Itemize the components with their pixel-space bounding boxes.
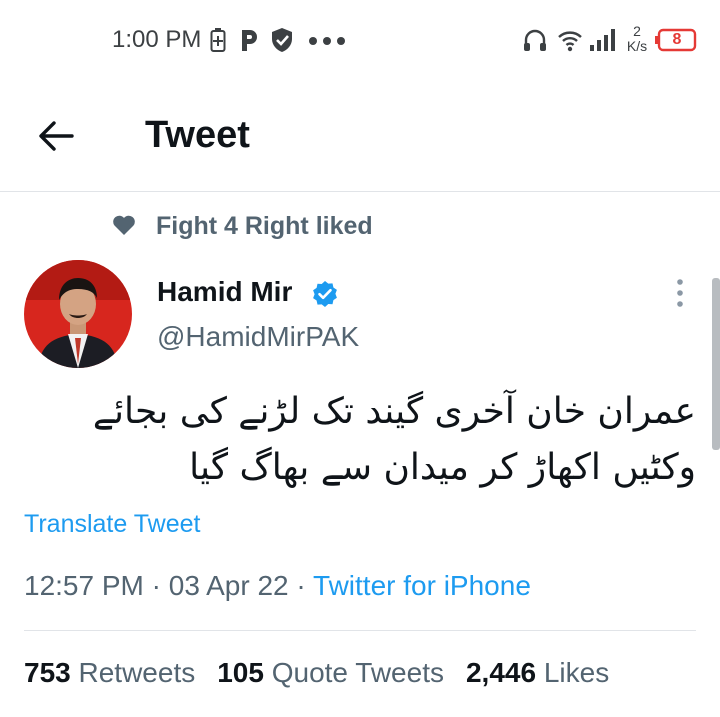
network-speed-unit: K/s bbox=[626, 38, 648, 54]
battery-level: 8 bbox=[672, 31, 682, 48]
back-button[interactable] bbox=[36, 116, 76, 156]
social-context-label: Fight 4 Right liked bbox=[156, 212, 373, 240]
top-app-bar: Tweet bbox=[0, 80, 720, 192]
likes-label: Likes bbox=[543, 657, 610, 688]
divider bbox=[24, 630, 696, 631]
battery-icon: 8 bbox=[655, 28, 697, 54]
more-dots-icon bbox=[308, 27, 348, 53]
arrow-left-icon bbox=[39, 121, 74, 151]
retweets-stat[interactable]: 753 Retweets bbox=[24, 657, 195, 688]
tweet-text-line: عمران خان آخری گیند تک لڑنے کی بجائے bbox=[92, 391, 696, 432]
tweet-stats: 753 Retweets 105 Quote Tweets 2,446 Likes bbox=[24, 657, 609, 689]
tweet-time: 12:57 PM bbox=[24, 570, 144, 601]
battery-saver-icon bbox=[210, 27, 226, 53]
signal-icon bbox=[589, 27, 617, 53]
more-options-button[interactable] bbox=[668, 277, 692, 309]
headset-icon bbox=[522, 27, 548, 53]
separator: · bbox=[151, 570, 161, 601]
verified-badge-icon bbox=[311, 280, 339, 313]
tweet-text-line: وکٹیں اکھاڑ کر میدان سے بھاگ گیا bbox=[189, 447, 696, 488]
quote-tweets-count: 105 bbox=[217, 657, 264, 688]
network-speed: 2 K/s bbox=[622, 24, 652, 54]
network-speed-value: 2 bbox=[633, 23, 641, 39]
separator: · bbox=[296, 570, 306, 601]
shield-icon bbox=[270, 27, 294, 53]
translate-tweet-link[interactable]: Translate Tweet bbox=[24, 510, 200, 539]
page-title: Tweet bbox=[145, 114, 250, 156]
more-vertical-icon bbox=[677, 279, 683, 307]
tweet-text: عمران خان آخری گیند تک لڑنے کی بجائے وکٹ… bbox=[24, 384, 696, 496]
retweets-label: Retweets bbox=[78, 657, 196, 688]
status-bar: 1:00 PM 2 K/s 8 bbox=[0, 0, 720, 80]
author-name[interactable]: Hamid Mir bbox=[157, 276, 292, 308]
author-handle[interactable]: @HamidMirPAK bbox=[157, 321, 359, 353]
wifi-icon bbox=[557, 27, 583, 53]
retweets-count: 753 bbox=[24, 657, 71, 688]
scrollbar[interactable] bbox=[712, 278, 720, 450]
likes-count: 2,446 bbox=[465, 657, 537, 688]
status-time: 1:00 PM bbox=[112, 26, 202, 53]
avatar[interactable] bbox=[24, 260, 132, 368]
quote-tweets-label: Quote Tweets bbox=[271, 657, 444, 688]
likes-stat[interactable]: 2,446 Likes bbox=[466, 657, 609, 688]
tweet-date: 03 Apr 22 bbox=[168, 570, 289, 601]
tweet-source-link[interactable]: Twitter for iPhone bbox=[313, 570, 531, 601]
tweet-metadata: 12:57 PM · 03 Apr 22 · Twitter for iPhon… bbox=[24, 570, 531, 602]
quote-tweets-stat[interactable]: 105 Quote Tweets bbox=[217, 657, 444, 688]
parking-icon bbox=[238, 27, 260, 53]
heart-icon bbox=[112, 214, 136, 241]
